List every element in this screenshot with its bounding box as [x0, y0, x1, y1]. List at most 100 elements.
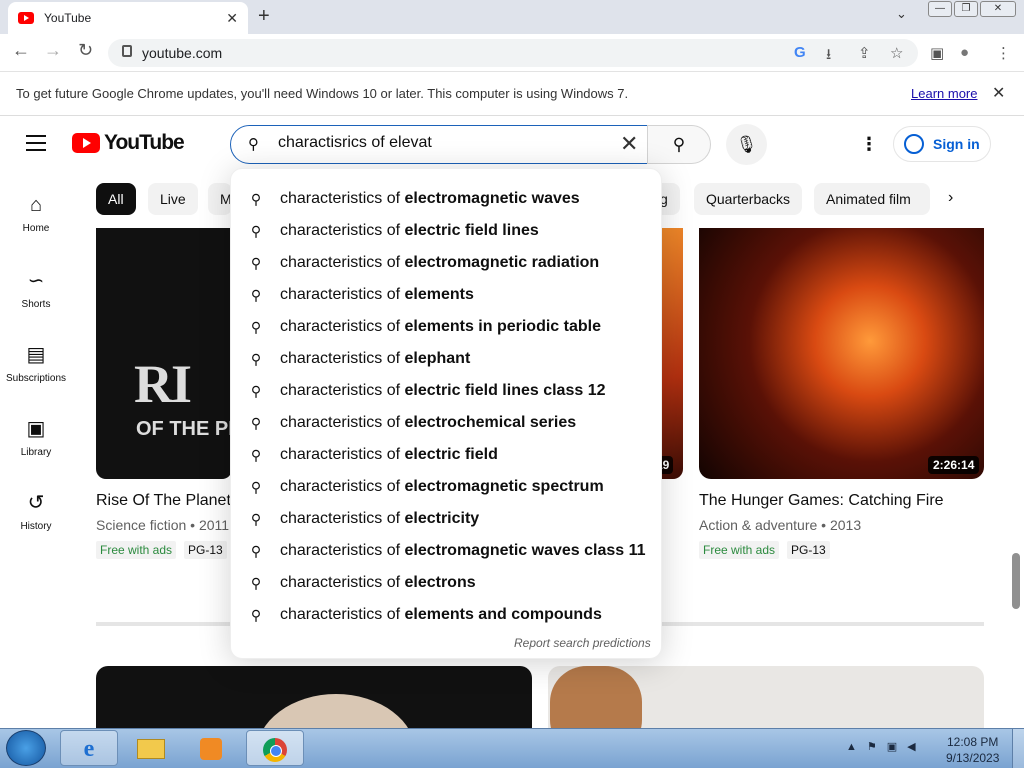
sidebar-item-history[interactable]: ↺ History — [0, 490, 72, 532]
suggestion-prefix: characteristics of — [280, 510, 405, 527]
profile-avatar-icon[interactable]: ● — [960, 44, 969, 61]
sign-in-label: Sign in — [933, 136, 980, 152]
side-panel-icon[interactable]: ▣ — [930, 44, 944, 62]
url-text[interactable]: youtube.com — [142, 45, 222, 61]
sidebar-item-subscriptions[interactable]: ▤ Subscriptions — [0, 342, 72, 384]
video-thumbnail-row2-2[interactable] — [548, 666, 984, 736]
suggestion-text: characteristics of electricity — [280, 510, 479, 528]
learn-more-link[interactable]: Learn more — [911, 86, 977, 101]
suggestion-item[interactable]: ⚲ characteristics of electric field lines — [230, 215, 662, 247]
clear-search-icon[interactable]: ✕ — [620, 131, 638, 157]
tab-close-icon[interactable]: ✕ — [226, 10, 238, 27]
infobar-close-icon[interactable]: ✕ — [992, 83, 1005, 103]
media-player-icon[interactable] — [182, 730, 240, 766]
back-button[interactable]: ← — [12, 40, 30, 61]
search-icon: ⚲ — [250, 382, 262, 399]
video-title[interactable]: The Hunger Games: Catching Fire — [699, 492, 944, 510]
subscriptions-icon: ▤ — [26, 344, 46, 366]
video-thumbnail-rise[interactable]: RI OF THE PLANE — [96, 228, 232, 479]
chips-next-chevron-icon[interactable]: › — [948, 189, 953, 207]
chrome-taskbar-icon[interactable] — [246, 730, 304, 766]
suggestion-prefix: characteristics of — [280, 318, 405, 335]
suggestion-text: characteristics of elephant — [280, 350, 470, 368]
suggestion-item[interactable]: ⚲ characteristics of electromagnetic wave… — [230, 183, 662, 215]
home-icon: ⌂ — [29, 194, 43, 216]
google-lens-icon[interactable]: G — [794, 44, 806, 61]
report-predictions-link[interactable]: Report search predictions — [514, 636, 651, 650]
suggestion-item[interactable]: ⚲ characteristics of electromagnetic wave… — [230, 535, 662, 567]
internet-explorer-icon[interactable]: e — [60, 730, 118, 766]
forward-button[interactable]: → — [44, 40, 62, 61]
suggestion-item[interactable]: ⚲ characteristics of electromagnetic radi… — [230, 247, 662, 279]
sidebar-item-shorts[interactable]: ∽ Shorts — [0, 268, 72, 310]
suggestion-item[interactable]: ⚲ characteristics of electric field lines… — [230, 375, 662, 407]
window-close-button[interactable]: ✕ — [980, 1, 1016, 17]
system-tray-icons[interactable]: ▲⚑▣◀ — [846, 740, 926, 753]
new-tab-button[interactable]: + — [258, 5, 270, 28]
rating-badge: PG-13 — [787, 541, 830, 559]
search-icon: ⚲ — [250, 286, 262, 303]
guide-menu-icon[interactable] — [26, 135, 46, 151]
search-button[interactable]: ⚲ — [647, 125, 711, 164]
suggestion-prefix: characteristics of — [280, 286, 405, 303]
page-scrollbar[interactable] — [1012, 553, 1020, 609]
suggestion-text: characteristics of electromagnetic waves… — [280, 542, 646, 560]
tab-youtube[interactable]: YouTube ✕ — [8, 2, 248, 34]
bookmark-star-icon[interactable]: ☆ — [890, 44, 903, 62]
sidebar-item-label: Shorts — [21, 299, 51, 310]
chip-quarterbacks[interactable]: Quarterbacks — [694, 183, 803, 215]
search-icon: ⚲ — [250, 254, 262, 271]
settings-kebab-icon[interactable]: ⋮ — [860, 134, 878, 155]
infobar-message: To get future Google Chrome updates, you… — [16, 86, 629, 101]
suggestion-item[interactable]: ⚲ characteristics of elements — [230, 279, 662, 311]
suggestion-item[interactable]: ⚲ characteristics of electricity — [230, 503, 662, 535]
chip-all[interactable]: All — [96, 183, 136, 215]
video-meta: Action & adventure • 2013 — [699, 517, 862, 533]
suggestion-item[interactable]: ⚲ characteristics of electrochemical seri… — [230, 407, 662, 439]
suggestion-item[interactable]: ⚲ characteristics of electrons — [230, 567, 662, 599]
suggestion-completion: electromagnetic spectrum — [404, 478, 604, 495]
video-thumbnail-hunger-games[interactable] — [699, 228, 984, 479]
suggestion-completion: electric field lines — [404, 222, 539, 239]
suggestion-item[interactable]: ⚲ characteristics of elephant — [230, 343, 662, 375]
chip-animated-film[interactable]: Animated film — [814, 183, 930, 215]
suggestion-prefix: characteristics of — [280, 254, 405, 271]
search-icon: ⚲ — [250, 574, 262, 591]
suggestion-completion: electrons — [404, 574, 476, 591]
thumbnail-subtext: OF THE PLANE — [136, 418, 232, 440]
video-thumbnail-row2-1[interactable] — [96, 666, 532, 736]
youtube-logo-icon[interactable] — [72, 133, 100, 153]
sidebar-item-library[interactable]: ▣ Library — [0, 416, 72, 458]
chip-partial[interactable]: M — [208, 183, 232, 215]
suggestion-item[interactable]: ⚲ characteristics of electromagnetic spec… — [230, 471, 662, 503]
tab-search-chevron-icon[interactable]: ⌄ — [896, 6, 907, 22]
browser-menu-icon[interactable]: ⋮ — [996, 44, 1011, 62]
suggestion-text: characteristics of elements and compound… — [280, 606, 602, 624]
search-input[interactable] — [278, 134, 608, 152]
file-explorer-icon[interactable] — [122, 730, 180, 766]
suggestion-prefix: characteristics of — [280, 606, 405, 623]
restore-button[interactable]: ❐ — [954, 1, 978, 17]
suggestion-item[interactable]: ⚲ characteristics of elements in periodic… — [230, 311, 662, 343]
youtube-favicon-icon — [18, 12, 34, 24]
lock-icon[interactable] — [122, 45, 132, 57]
sidebar-item-label: Home — [22, 223, 50, 234]
share-icon[interactable]: ⇪ — [858, 44, 871, 62]
sidebar-item-home[interactable]: ⌂ Home — [0, 194, 72, 234]
reload-button[interactable]: ↻ — [78, 40, 93, 61]
minimize-button[interactable]: — — [928, 1, 952, 17]
start-button[interactable] — [6, 730, 46, 766]
voice-search-icon[interactable]: 🎙 — [726, 124, 767, 165]
suggestion-item[interactable]: ⚲ characteristics of electric field — [230, 439, 662, 471]
suggestion-item[interactable]: ⚲ characteristics of elements and compoun… — [230, 599, 662, 631]
search-icon: ⚲ — [250, 318, 262, 335]
search-icon: ⚲ — [250, 222, 262, 239]
video-title[interactable]: Rise Of The Planet — [96, 492, 230, 510]
suggestion-completion: electromagnetic radiation — [404, 254, 600, 271]
youtube-wordmark[interactable]: YouTube — [104, 131, 185, 155]
show-desktop-button[interactable] — [1012, 729, 1024, 768]
chip-live[interactable]: Live — [148, 183, 198, 215]
install-icon[interactable]: ⭳ — [826, 44, 831, 69]
taskbar-clock[interactable]: 12:08 PM 9/13/2023 — [946, 734, 999, 766]
sign-in-button[interactable]: Sign in — [893, 126, 991, 162]
